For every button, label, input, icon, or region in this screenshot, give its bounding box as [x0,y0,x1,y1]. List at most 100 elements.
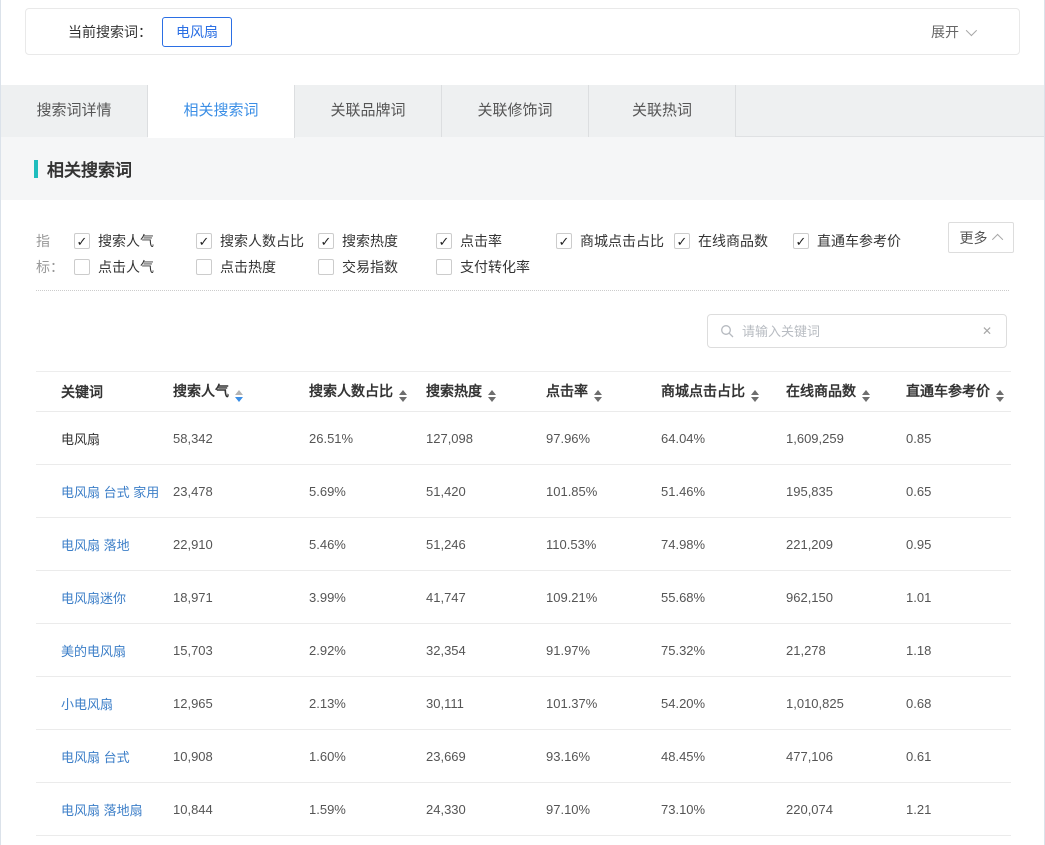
checkbox-checked-icon[interactable]: ✓ [436,233,452,249]
sort-icon[interactable] [488,390,496,402]
cell-value: 41,747 [426,571,546,624]
keyword-link[interactable]: 电风扇 台式 家用 [36,465,173,518]
metric-option[interactable]: ✓ 在线商品数 [674,228,793,254]
metric-option-label: 在线商品数 [698,231,768,251]
column-header[interactable]: 搜索人数占比 [309,372,426,412]
table-row: 电风扇 台式 家用23,4785.69%51,420101.85%51.46%1… [36,465,1011,518]
cell-value: 30,111 [426,677,546,730]
sort-icon[interactable] [996,390,1004,402]
section-title: 相关搜索词 [47,156,132,181]
metric-option[interactable]: 点击人气 [74,254,196,280]
keyword-link[interactable]: 电风扇迷你 [36,571,173,624]
metric-option[interactable]: 交易指数 [318,254,436,280]
metric-option[interactable]: ✓ 直通车参考价 [793,228,933,254]
metric-option-label: 搜索人气 [98,231,154,251]
cell-value: 3.99% [309,571,426,624]
metric-option-label: 点击率 [460,231,502,251]
search-box: ✕ [707,314,1007,348]
cell-value: 51,246 [426,518,546,571]
checkbox-unchecked-icon[interactable] [74,259,90,275]
sort-up-arrow [594,390,602,395]
clear-input-icon[interactable]: ✕ [980,324,994,338]
checkbox-unchecked-icon[interactable] [436,259,452,275]
tab-bar-filler [736,85,1044,136]
metric-option[interactable]: ✓ 商城点击占比 [556,228,674,254]
cell-value: 97.96% [546,412,661,465]
column-header[interactable]: 点击率 [546,372,661,412]
column-header[interactable]: 商城点击占比 [661,372,786,412]
table-row: 电风扇迷你18,9713.99%41,747109.21%55.68%962,1… [36,571,1011,624]
column-header[interactable]: 直通车参考价 [906,372,1011,412]
metric-option[interactable]: 点击热度 [196,254,318,280]
sort-down-arrow [862,397,870,402]
table-row: 电风扇 台式10,9081.60%23,66993.16%48.45%477,1… [36,730,1011,783]
column-header[interactable]: 搜索热度 [426,372,546,412]
tab-4[interactable]: 关联修饰词 [442,85,589,137]
sort-up-arrow [862,390,870,395]
cell-value: 0.65 [906,465,1011,518]
sort-icon[interactable] [235,390,243,402]
tab-1[interactable]: 搜索词详情 [1,85,148,137]
metric-option[interactable]: 支付转化率 [436,254,556,280]
column-header-label: 搜索人数占比 [309,383,393,399]
keyword-link[interactable]: 美的电风扇 [36,624,173,677]
metric-option[interactable]: ✓ 点击率 [436,228,556,254]
sort-down-arrow [751,397,759,402]
column-header[interactable]: 在线商品数 [786,372,906,412]
keyword-link[interactable]: 电风扇 落地 [36,518,173,571]
cell-value: 5.46% [309,518,426,571]
cell-value: 48.45% [661,730,786,783]
table-row: 电风扇 落地扇10,8441.59%24,33097.10%73.10%220,… [36,783,1011,836]
metric-option[interactable]: ✓搜索人数占比 [196,228,318,254]
table-row: 电风扇58,34226.51%127,09897.96%64.04%1,609,… [36,412,1011,465]
cell-value: 1.01 [906,571,1011,624]
column-header[interactable]: 搜索人气 [173,372,309,412]
metric-option[interactable]: ✓ 搜索人气 [74,228,196,254]
current-search-word-tag[interactable]: 电风扇 [162,17,232,47]
checkbox-checked-icon[interactable]: ✓ [793,233,809,249]
cell-value: 101.37% [546,677,661,730]
metric-option-label: 交易指数 [342,257,398,277]
table-row: 电风扇 落地22,9105.46%51,246110.53%74.98%221,… [36,518,1011,571]
table-row: 美的电风扇15,7032.92%32,35491.97%75.32%21,278… [36,624,1011,677]
cell-value: 220,074 [786,783,906,836]
metric-option-label: 商城点击占比 [580,231,664,251]
metrics-filter: 指标： ✓搜索人气✓搜索人数占比✓搜索热度✓点击率✓商城点击占比✓在线商品数✓直… [1,200,1044,280]
checkbox-checked-icon[interactable]: ✓ [196,233,212,249]
keyword-link[interactable]: 小电风扇 [36,677,173,730]
tab-3[interactable]: 关联品牌词 [295,85,442,137]
tab-2[interactable]: 相关搜索词 [148,85,295,138]
keyword-search-input[interactable] [742,324,980,339]
cell-value: 23,669 [426,730,546,783]
checkbox-checked-icon[interactable]: ✓ [556,233,572,249]
metric-option-label: 直通车参考价 [817,231,901,251]
sort-down-arrow [399,397,407,402]
checkbox-checked-icon[interactable]: ✓ [318,233,334,249]
cell-value: 23,478 [173,465,309,518]
sort-icon[interactable] [862,390,870,402]
search-icon [720,324,734,338]
content: 指标： ✓搜索人气✓搜索人数占比✓搜索热度✓点击率✓商城点击占比✓在线商品数✓直… [1,200,1044,836]
column-header-label: 商城点击占比 [661,383,745,399]
cell-value: 22,910 [173,518,309,571]
cell-value: 55.68% [661,571,786,624]
sort-up-arrow [235,390,243,395]
sort-down-arrow [594,397,602,402]
checkbox-unchecked-icon[interactable] [196,259,212,275]
cell-value: 477,106 [786,730,906,783]
checkbox-checked-icon[interactable]: ✓ [674,233,690,249]
column-header-label: 点击率 [546,383,588,399]
table-body: 电风扇58,34226.51%127,09897.96%64.04%1,609,… [36,412,1011,836]
sort-icon[interactable] [751,390,759,402]
keyword-link[interactable]: 电风扇 台式 [36,730,173,783]
keyword-link[interactable]: 电风扇 落地扇 [36,783,173,836]
sort-icon[interactable] [399,390,407,402]
more-button[interactable]: 更多 [948,222,1014,253]
metric-option[interactable]: ✓搜索热度 [318,228,436,254]
checkbox-unchecked-icon[interactable] [318,259,334,275]
related-keywords-table: 关键词搜索人气搜索人数占比搜索热度点击率商城点击占比在线商品数直通车参考价 电风… [36,371,1011,836]
expand-toggle[interactable]: 展开 [931,22,974,42]
sort-icon[interactable] [594,390,602,402]
checkbox-checked-icon[interactable]: ✓ [74,233,90,249]
tab-5[interactable]: 关联热词 [589,85,736,137]
